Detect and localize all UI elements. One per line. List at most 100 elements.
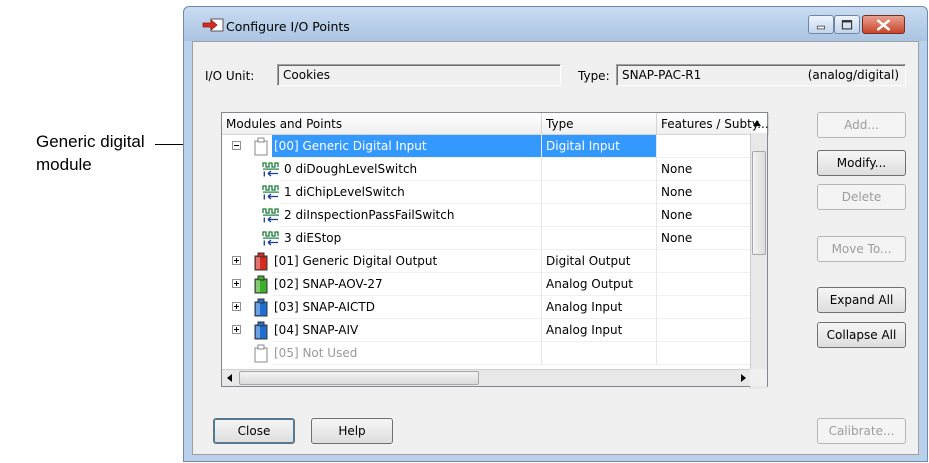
point-row[interactable]: I 3 diEStop None (222, 227, 751, 250)
row-type-cell: Analog Input (542, 296, 657, 319)
column-header-type[interactable]: Type (542, 113, 657, 135)
expand-icon[interactable] (232, 302, 241, 311)
vertical-scrollbar[interactable] (750, 133, 767, 389)
point-row[interactable]: I 0 diDoughLevelSwitch None (222, 158, 751, 181)
horizontal-scrollbar[interactable] (222, 369, 751, 386)
module-row[interactable]: [03] SNAP-AICTD Analog Input (222, 296, 751, 319)
svg-text:I: I (263, 240, 266, 247)
type-label: Type: (578, 69, 610, 83)
row-feature-cell: None (657, 158, 751, 181)
minimize-button[interactable] (808, 15, 834, 34)
row-type-cell: Analog Input (542, 319, 657, 342)
row-type-cell: Digital Output (542, 250, 657, 273)
column-header-modules[interactable]: Modules and Points (222, 113, 542, 135)
scroll-corner (750, 369, 767, 386)
list-rows: [00] Generic Digital Input Digital Input I… (222, 135, 751, 365)
callout-text: Generic digital module (36, 130, 145, 176)
point-row[interactable]: I 2 diInspectionPassFailSwitch None (222, 204, 751, 227)
point-row[interactable]: I 1 diChipLevelSwitch None (222, 181, 751, 204)
row-name-cell: 0 diDoughLevelSwitch (280, 158, 542, 181)
configure-io-window: Configure I/O Points I/O Unit: Cookies T… (183, 6, 928, 462)
module-name: [00] Generic Digital Input (274, 139, 427, 153)
blue-module-icon (254, 298, 268, 317)
digital-point-icon: I (262, 208, 279, 224)
collapse-all-button[interactable]: Collapse All (817, 322, 906, 348)
minimize-icon (816, 25, 826, 30)
digital-point-icon: I (262, 162, 279, 178)
row-type-cell (542, 227, 657, 250)
module-row[interactable]: [00] Generic Digital Input Digital Input (222, 135, 751, 158)
module-row[interactable]: [02] SNAP-AOV-27 Analog Output (222, 273, 751, 296)
svg-text:I: I (263, 171, 266, 178)
delete-button[interactable]: Delete (817, 184, 906, 210)
sort-up-icon (753, 120, 761, 126)
expand-icon[interactable] (232, 279, 241, 288)
arrow-into-box-icon (202, 18, 224, 32)
help-button[interactable]: Help (311, 418, 393, 444)
row-name-cell: [03] SNAP-AICTD (272, 296, 542, 319)
collapse-icon[interactable] (232, 141, 241, 150)
row-name-cell: 2 diInspectionPassFailSwitch (280, 204, 542, 227)
calibrate-button[interactable]: Calibrate... (817, 418, 906, 444)
row-type-cell (542, 342, 657, 365)
row-type-cell (542, 204, 657, 227)
row-name-cell: [02] SNAP-AOV-27 (272, 273, 542, 296)
row-name-cell: [04] SNAP-AIV (272, 319, 542, 342)
close-window-button[interactable] (862, 15, 905, 34)
type-kind: (analog/digital) (807, 68, 899, 82)
scroll-right-icon[interactable] (741, 374, 746, 382)
horizontal-scroll-thumb[interactable] (239, 371, 479, 385)
vertical-scroll-thumb[interactable] (752, 151, 766, 255)
expand-all-button[interactable]: Expand All (817, 287, 906, 313)
close-icon (877, 19, 890, 31)
title-bar[interactable]: Configure I/O Points (184, 7, 927, 41)
point-name: 3 diEStop (284, 231, 342, 245)
row-name-cell: [01] Generic Digital Output (272, 250, 542, 273)
move-to-button[interactable]: Move To... (817, 236, 906, 262)
expand-icon[interactable] (232, 256, 241, 265)
point-name: 2 diInspectionPassFailSwitch (284, 208, 455, 222)
point-name: 0 diDoughLevelSwitch (284, 162, 418, 176)
row-feature-cell: None (657, 204, 751, 227)
row-feature-cell: None (657, 181, 751, 204)
row-type-cell (542, 181, 657, 204)
generic-module-icon (254, 137, 268, 156)
row-feature-cell (657, 342, 751, 365)
module-row[interactable]: [04] SNAP-AIV Analog Input (222, 319, 751, 342)
module-name: [01] Generic Digital Output (274, 254, 438, 268)
row-type-cell: Analog Output (542, 273, 657, 296)
module-name: [03] SNAP-AICTD (274, 300, 375, 314)
expand-icon[interactable] (232, 325, 241, 334)
io-unit-field: Cookies (277, 64, 561, 86)
row-feature-cell (657, 319, 751, 342)
module-row[interactable]: [05] Not Used (222, 342, 751, 365)
module-name: [04] SNAP-AIV (274, 323, 359, 337)
row-name-cell: [00] Generic Digital Input (272, 135, 542, 158)
red-module-icon (254, 252, 268, 271)
maximize-button[interactable] (834, 15, 860, 34)
type-field: SNAP-PAC-R1 (analog/digital) (616, 64, 906, 86)
green-module-icon (254, 275, 268, 294)
modules-points-list[interactable]: Modules and Points Type Features / Subty… (221, 112, 769, 389)
modify-button[interactable]: Modify... (817, 150, 906, 176)
blue-module-icon (254, 321, 268, 340)
window-title: Configure I/O Points (226, 19, 350, 34)
svg-text:I: I (263, 194, 266, 201)
module-name: [05] Not Used (274, 346, 358, 360)
module-row[interactable]: [01] Generic Digital Output Digital Outpu… (222, 250, 751, 273)
row-feature-cell (657, 296, 751, 319)
svg-text:I: I (263, 217, 266, 224)
callout-line-1: Generic digital (36, 132, 145, 151)
row-feature-cell (657, 273, 751, 296)
maximize-icon (841, 20, 853, 30)
screen: Generic digital module Configure I/O Poi… (0, 0, 929, 463)
scroll-left-icon[interactable] (227, 374, 232, 382)
row-type-cell (542, 158, 657, 181)
row-feature-cell: None (657, 227, 751, 250)
close-button[interactable]: Close (213, 418, 295, 444)
row-feature-cell (657, 135, 751, 158)
io-unit-value: Cookies (283, 68, 330, 82)
add-button[interactable]: Add... (817, 112, 906, 138)
callout-line-2: module (36, 155, 92, 174)
row-name-cell: [05] Not Used (272, 342, 542, 365)
